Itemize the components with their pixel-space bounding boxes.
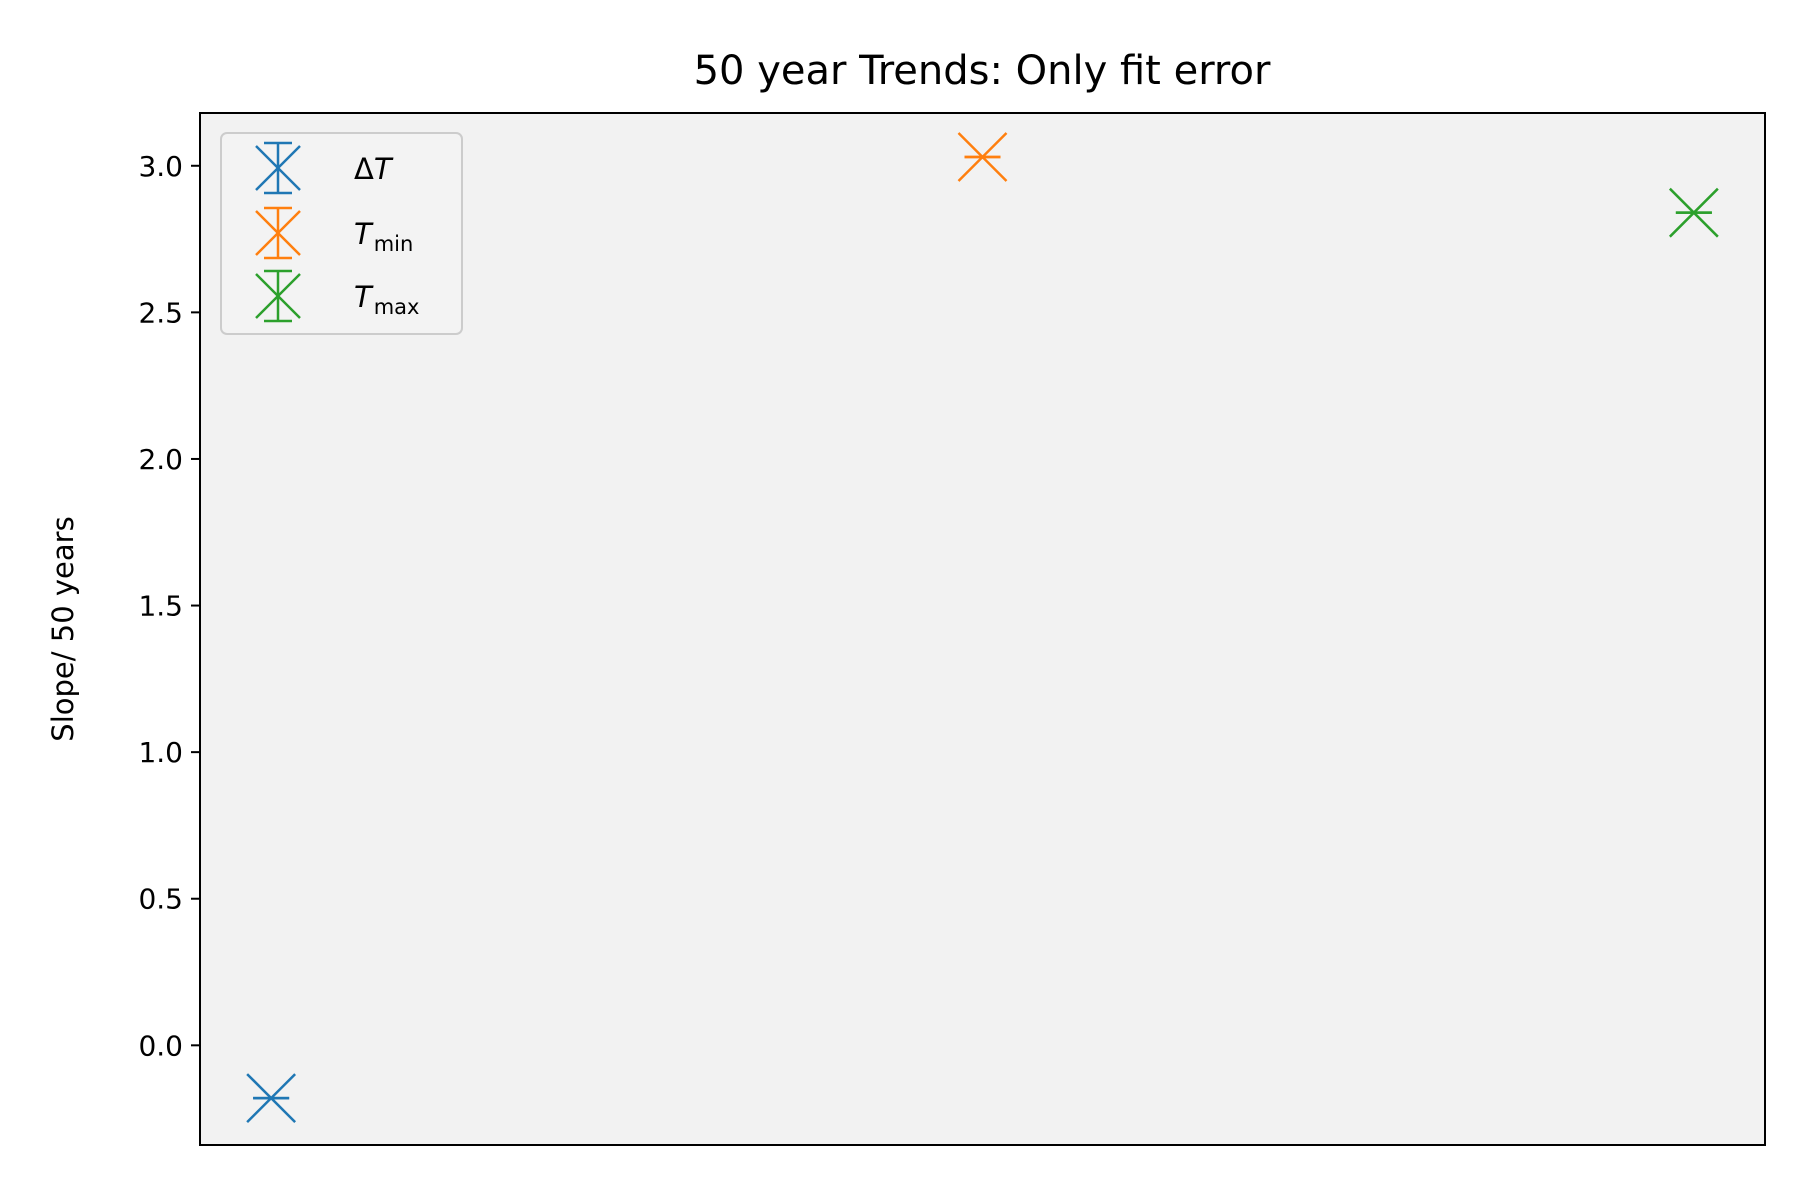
- y-tick-label: 1.5: [138, 590, 183, 623]
- y-tick-label: 0.0: [138, 1029, 183, 1062]
- chart: 0.0 0.5 1.0 1.5 2.0 2.5 3.0 50 year Trends: On…: [0, 0, 1800, 1200]
- legend-box: [220, 132, 463, 335]
- y-tick-label: 2.5: [138, 296, 183, 329]
- y-tick-label: 0.5: [138, 883, 183, 916]
- y-tick-label: 1.0: [138, 736, 183, 769]
- legend: ΔTTminTmax: [220, 132, 463, 335]
- legend-label: ΔT: [354, 152, 394, 186]
- y-tick-label: 3.0: [138, 150, 183, 183]
- y-tick-label: 2.0: [138, 443, 183, 476]
- chart-title: 50 year Trends: Only fit error: [694, 48, 1271, 94]
- y-axis-label: Slope/ 50 years: [46, 516, 80, 741]
